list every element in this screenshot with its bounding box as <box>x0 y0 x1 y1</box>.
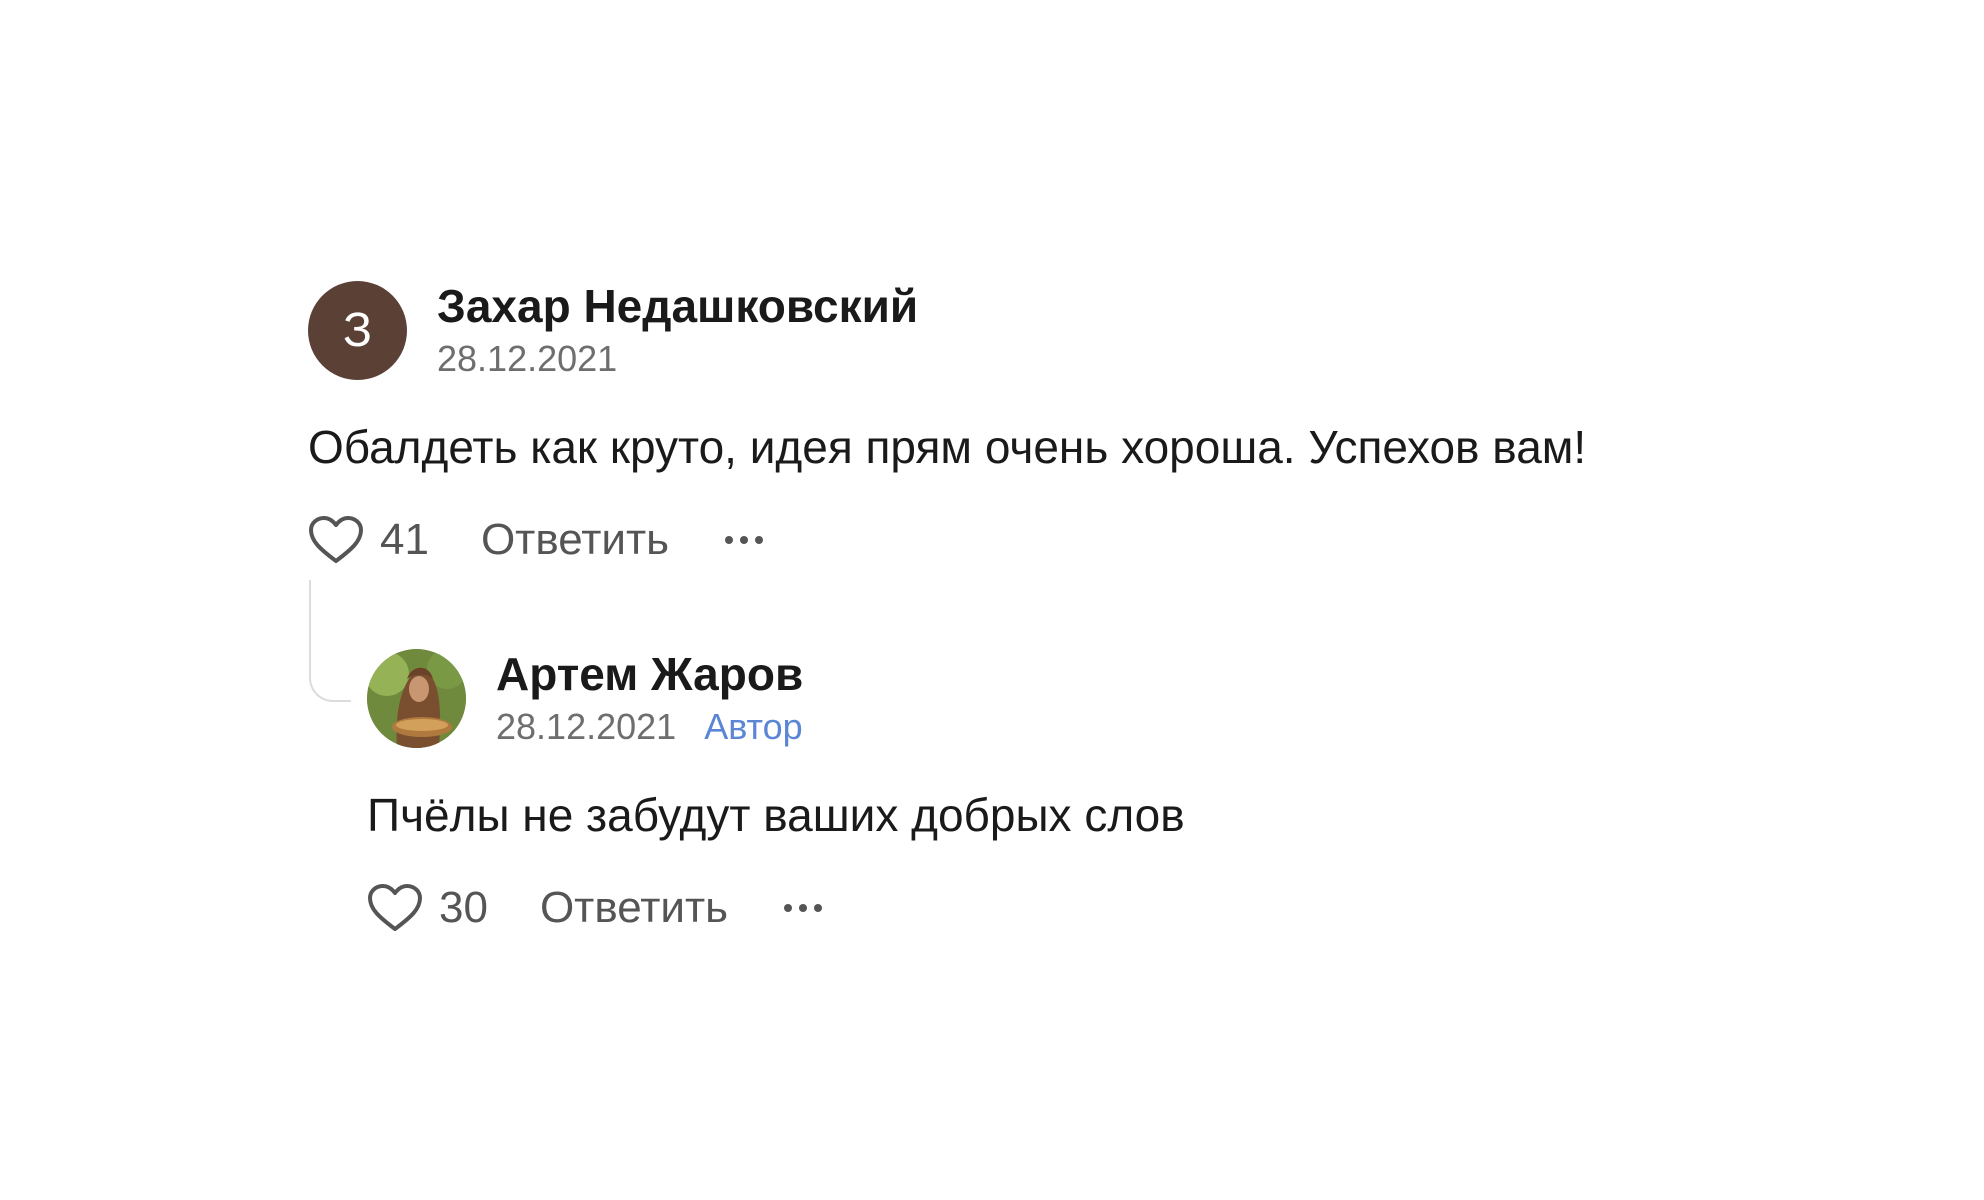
reply-header: Артем Жаров 28.12.2021 Автор <box>367 648 1767 748</box>
reply-actions: 30 Ответить <box>367 878 1767 938</box>
comment-meta: Захар Недашковский 28.12.2021 <box>437 278 918 382</box>
comment: З Захар Недашковский 28.12.2021 Обалдеть… <box>308 280 1808 570</box>
author-name[interactable]: Артем Жаров <box>496 646 803 702</box>
more-options-button[interactable] <box>784 888 829 928</box>
comments-page: З Захар Недашковский 28.12.2021 Обалдеть… <box>0 0 1984 1200</box>
reply-text: Пчёлы не забудут ваших добрых слов <box>367 789 1185 841</box>
reply-subline: 28.12.2021 Автор <box>496 704 803 750</box>
avatar[interactable] <box>367 648 466 748</box>
reply-comment: Артем Жаров 28.12.2021 Автор Пчёлы не за… <box>367 648 1767 938</box>
ellipsis-dot <box>814 904 823 912</box>
like-count: 41 <box>380 515 429 564</box>
ellipsis-dot <box>740 536 749 544</box>
avatar[interactable]: З <box>308 280 407 380</box>
reply-button[interactable]: Ответить <box>540 883 728 933</box>
reply-meta: Артем Жаров 28.12.2021 Автор <box>496 646 803 750</box>
like-button[interactable]: 41 <box>308 515 429 565</box>
heart-outline-icon <box>308 515 364 565</box>
like-button[interactable]: 30 <box>367 883 488 933</box>
reply-date: 28.12.2021 <box>496 706 677 747</box>
author-badge: Автор <box>704 706 803 747</box>
author-name[interactable]: Захар Недашковский <box>437 278 918 334</box>
reply-button[interactable]: Ответить <box>481 515 669 565</box>
comment-date: 28.12.2021 <box>437 338 618 379</box>
ellipsis-dot <box>755 536 764 544</box>
ellipsis-dot <box>784 904 793 912</box>
comment-text: Обалдеть как круто, идея прям очень хоро… <box>308 421 1587 473</box>
avatar-letter: З <box>343 303 372 357</box>
ellipsis-dot <box>725 536 734 544</box>
comment-subline: 28.12.2021 <box>437 336 918 382</box>
more-options-button[interactable] <box>725 520 770 560</box>
ellipsis-dot <box>799 904 808 912</box>
thread-connector-line <box>309 580 351 702</box>
comment-header: З Захар Недашковский 28.12.2021 <box>308 280 1808 380</box>
heart-outline-icon <box>367 883 423 933</box>
comment-actions: 41 Ответить <box>308 510 1808 570</box>
avatar-photo <box>367 648 466 748</box>
like-count: 30 <box>439 883 488 932</box>
